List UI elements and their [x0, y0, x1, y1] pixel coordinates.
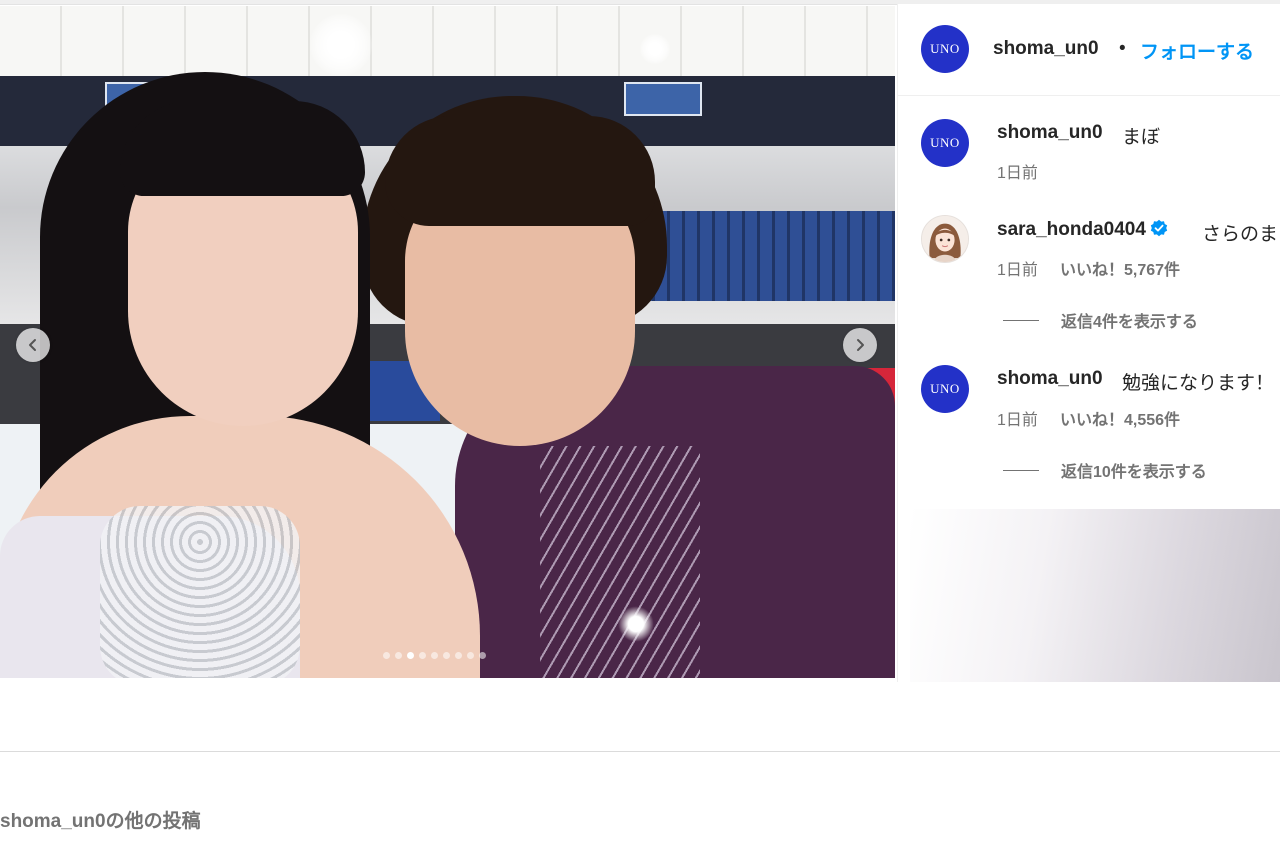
- section-divider: [0, 751, 1280, 752]
- carousel-dot: [383, 652, 390, 659]
- view-replies-label: 返信4件を表示する: [1061, 314, 1198, 331]
- comment-text: さらのま: [1202, 224, 1279, 245]
- chevron-right-icon: [857, 339, 864, 351]
- carousel-indicator: [383, 652, 486, 659]
- post-header: UNO shoma_un0 • フォローする: [898, 4, 1280, 96]
- carousel-dot: [467, 652, 474, 659]
- photo-person: [540, 446, 700, 678]
- view-replies-label: 返信10件を表示する: [1061, 464, 1207, 481]
- blurred-preview: [910, 509, 1280, 682]
- photo-stands: [640, 211, 895, 301]
- photo-light: [640, 34, 670, 64]
- verified-badge-icon: [1150, 219, 1168, 237]
- comment-time[interactable]: 1日前: [997, 256, 1038, 280]
- comment-time[interactable]: 1日前: [997, 159, 1038, 183]
- sara-avatar-illustration-icon: [922, 216, 968, 262]
- follow-button[interactable]: フォローする: [1140, 37, 1254, 64]
- replies-divider: [1003, 319, 1039, 321]
- carousel-dot: [431, 652, 438, 659]
- chevron-left-icon: [29, 339, 36, 351]
- view-replies-button[interactable]: 返信4件を表示する: [1003, 308, 1198, 332]
- comment-avatar[interactable]: UNO: [921, 119, 969, 167]
- comment-text: 勉強になります！: [1122, 373, 1275, 394]
- comment-text: まぼ: [1122, 127, 1161, 148]
- comment-avatar[interactable]: [921, 215, 969, 263]
- carousel-next-button[interactable]: [843, 328, 877, 362]
- carousel-dot: [479, 652, 486, 659]
- carousel-dot: [443, 652, 450, 659]
- author-username[interactable]: shoma_un0: [993, 38, 1099, 60]
- photo-sparkle: [618, 606, 654, 642]
- comment-likes[interactable]: いいね！4,556件: [1060, 406, 1180, 430]
- photo-banner: [624, 82, 702, 116]
- carousel-dot: [419, 652, 426, 659]
- carousel-dot: [455, 652, 462, 659]
- photo-ceiling: [0, 6, 895, 76]
- comment-username[interactable]: sara_honda0404: [997, 219, 1168, 241]
- header-separator: •: [1119, 38, 1126, 59]
- comment-username[interactable]: shoma_un0: [997, 368, 1103, 390]
- more-posts-heading[interactable]: shoma_un0の他の投稿: [0, 806, 201, 833]
- comment-likes[interactable]: いいね！5,767件: [1060, 256, 1180, 280]
- carousel-dot: [395, 652, 402, 659]
- comment-avatar[interactable]: UNO: [921, 365, 969, 413]
- view-replies-button[interactable]: 返信10件を表示する: [1003, 458, 1207, 482]
- carousel-prev-button[interactable]: [16, 328, 50, 362]
- photo-person: [100, 506, 300, 678]
- comment-time[interactable]: 1日前: [997, 406, 1038, 430]
- post-photo[interactable]: [0, 6, 895, 678]
- photo-person: [120, 101, 365, 196]
- carousel-dot-active: [407, 652, 414, 659]
- comment-username[interactable]: shoma_un0: [997, 122, 1103, 144]
- photo-light: [310, 14, 372, 76]
- author-avatar[interactable]: UNO: [921, 25, 969, 73]
- replies-divider: [1003, 469, 1039, 471]
- comment-username-text: sara_honda0404: [997, 219, 1146, 240]
- photo-person: [385, 116, 655, 226]
